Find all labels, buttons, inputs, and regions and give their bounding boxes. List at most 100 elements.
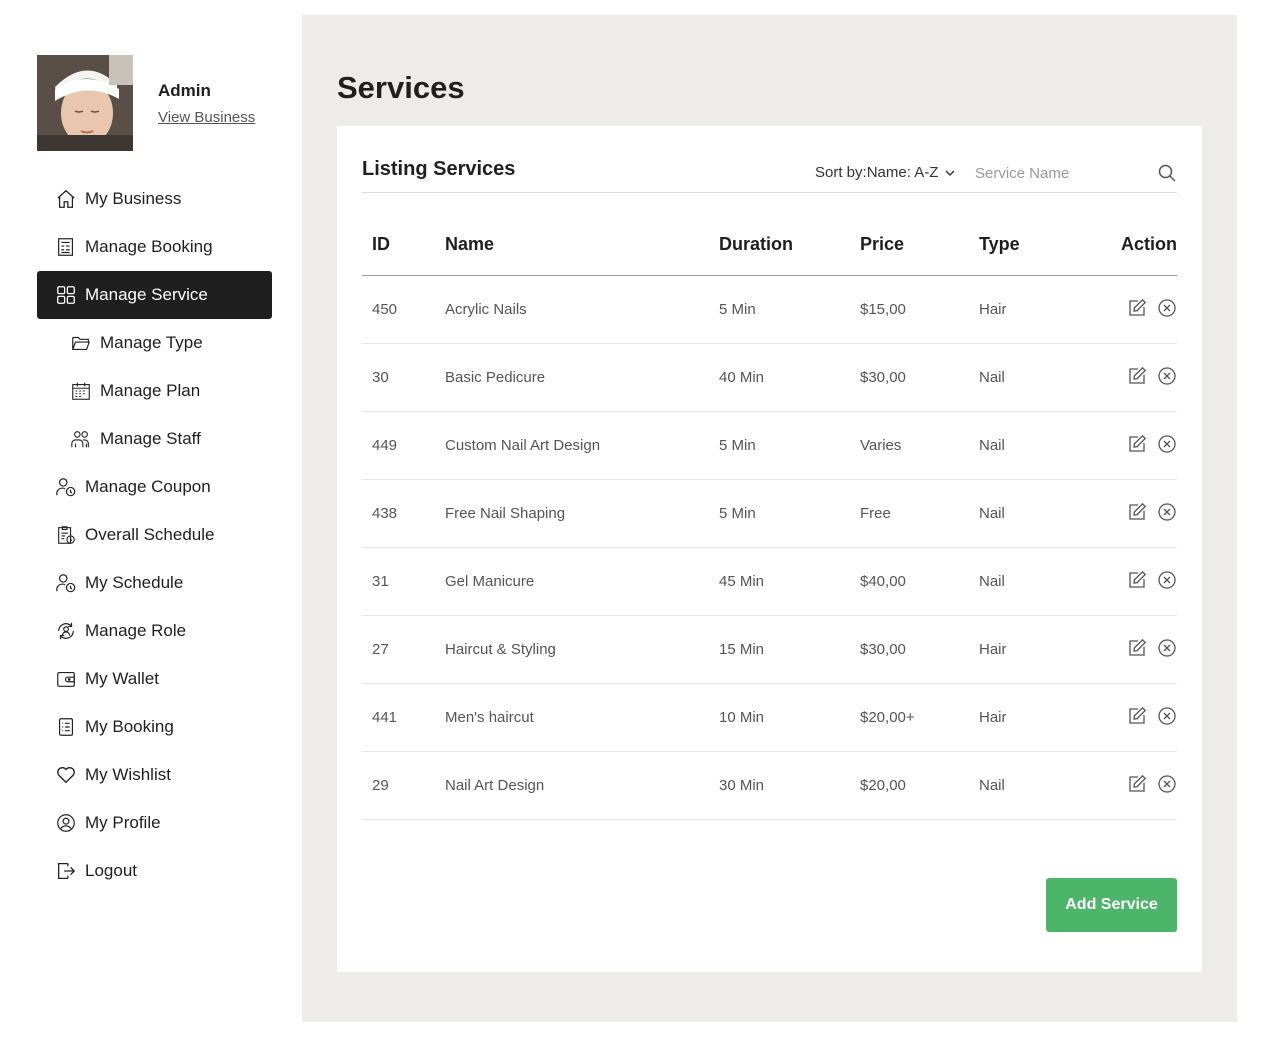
column-header-duration: Duration xyxy=(719,214,860,276)
delete-icon[interactable] xyxy=(1157,434,1177,454)
cell-price: $40,00 xyxy=(860,547,979,616)
sidebar-item-label: Manage Plan xyxy=(100,381,201,400)
user-circle-icon xyxy=(55,812,77,834)
edit-icon[interactable] xyxy=(1127,638,1147,658)
sidebar-item-label: Manage Booking xyxy=(85,237,213,256)
sidebar-item-manage-booking[interactable]: Manage Booking xyxy=(37,223,272,271)
column-header-type: Type xyxy=(979,214,1079,276)
edit-icon[interactable] xyxy=(1127,366,1147,386)
column-header-id: ID xyxy=(362,214,445,276)
table-row: 438 Free Nail Shaping 5 Min Free Nail xyxy=(362,479,1177,548)
sidebar-item-my-business[interactable]: My Business xyxy=(37,175,272,223)
cell-type: Nail xyxy=(979,343,1079,412)
main-content: Services Listing Services Sort by: Name:… xyxy=(302,15,1237,1022)
add-service-button[interactable]: Add Service xyxy=(1046,878,1177,932)
search-box xyxy=(975,160,1177,186)
sidebar-item-label: Overall Schedule xyxy=(85,525,215,544)
cell-action xyxy=(1079,615,1177,684)
sidebar-item-my-wishlist[interactable]: My Wishlist xyxy=(37,751,272,799)
delete-icon[interactable] xyxy=(1157,706,1177,726)
sidebar-item-label: My Wishlist xyxy=(85,765,171,784)
column-header-action: Action xyxy=(1079,214,1177,276)
services-table: ID Name Duration Price Type Action 450 A… xyxy=(362,214,1177,820)
delete-icon[interactable] xyxy=(1157,502,1177,522)
cell-duration: 45 Min xyxy=(719,547,860,616)
sort-value: Name: A-Z xyxy=(866,164,939,181)
staff-icon xyxy=(70,428,92,450)
table-header-row: ID Name Duration Price Type Action xyxy=(362,214,1177,276)
sidebar-item-manage-service[interactable]: Manage Service xyxy=(37,271,272,319)
page-title: Services xyxy=(337,70,465,105)
view-business-link[interactable]: View Business xyxy=(158,109,255,126)
sidebar-item-label: My Booking xyxy=(85,717,174,736)
edit-icon[interactable] xyxy=(1127,298,1147,318)
sidebar-item-my-wallet[interactable]: My Wallet xyxy=(37,655,272,703)
column-header-name: Name xyxy=(445,214,719,276)
cell-type: Hair xyxy=(979,615,1079,684)
sidebar-item-logout[interactable]: Logout xyxy=(37,847,272,895)
sidebar-item-label: My Profile xyxy=(85,813,161,832)
table-row: 31 Gel Manicure 45 Min $40,00 Nail xyxy=(362,547,1177,616)
cell-action xyxy=(1079,547,1177,616)
cell-type: Hair xyxy=(979,683,1079,752)
sidebar-item-manage-type[interactable]: Manage Type xyxy=(37,319,272,367)
cell-price: Varies xyxy=(860,411,979,480)
edit-icon[interactable] xyxy=(1127,570,1147,590)
cell-name: Nail Art Design xyxy=(445,751,719,820)
schedule-icon xyxy=(55,524,77,546)
delete-icon[interactable] xyxy=(1157,570,1177,590)
sort-label: Sort by: xyxy=(815,164,867,181)
sidebar-item-label: Manage Staff xyxy=(100,429,201,448)
sort-dropdown[interactable]: Sort by: Name: A-Z xyxy=(815,164,956,181)
cell-price: Free xyxy=(860,479,979,548)
sidebar-item-manage-coupon[interactable]: Manage Coupon xyxy=(37,463,272,511)
user-clock-icon xyxy=(55,476,77,498)
cell-id: 450 xyxy=(362,275,445,344)
action-group xyxy=(1127,772,1177,794)
edit-icon[interactable] xyxy=(1127,502,1147,522)
edit-icon[interactable] xyxy=(1127,706,1147,726)
sidebar-item-manage-staff[interactable]: Manage Staff xyxy=(37,415,272,463)
cell-id: 29 xyxy=(362,751,445,820)
sidebar-item-my-profile[interactable]: My Profile xyxy=(37,799,272,847)
listing-title: Listing Services xyxy=(362,158,516,180)
calendar-icon xyxy=(70,380,92,402)
avatar xyxy=(37,55,133,151)
search-input[interactable] xyxy=(975,160,1145,186)
cell-price: $20,00+ xyxy=(860,683,979,752)
role-icon xyxy=(55,620,77,642)
cell-id: 31 xyxy=(362,547,445,616)
cell-duration: 5 Min xyxy=(719,275,860,344)
cell-name: Men's haircut xyxy=(445,683,719,752)
action-group xyxy=(1127,636,1177,658)
search-icon[interactable] xyxy=(1157,163,1177,183)
sidebar-item-label: Manage Role xyxy=(85,621,187,640)
cell-id: 449 xyxy=(362,411,445,480)
delete-icon[interactable] xyxy=(1157,638,1177,658)
cell-id: 441 xyxy=(362,683,445,752)
sidebar-item-overall-schedule[interactable]: Overall Schedule xyxy=(37,511,272,559)
cell-name: Haircut & Styling xyxy=(445,615,719,684)
profile-block: Admin View Business xyxy=(37,55,255,151)
edit-icon[interactable] xyxy=(1127,774,1147,794)
sidebar-item-manage-plan[interactable]: Manage Plan xyxy=(37,367,272,415)
delete-icon[interactable] xyxy=(1157,774,1177,794)
delete-icon[interactable] xyxy=(1157,298,1177,318)
cell-action xyxy=(1079,479,1177,548)
sidebar-item-label: My Wallet xyxy=(85,669,159,688)
table-row: 449 Custom Nail Art Design 5 Min Varies … xyxy=(362,411,1177,480)
sidebar-item-my-schedule[interactable]: My Schedule xyxy=(37,559,272,607)
delete-icon[interactable] xyxy=(1157,366,1177,386)
cell-name: Gel Manicure xyxy=(445,547,719,616)
cell-type: Nail xyxy=(979,411,1079,480)
card-header: Listing Services Sort by: Name: A-Z xyxy=(362,156,1177,193)
home-icon xyxy=(55,188,77,210)
user-clock-icon xyxy=(55,572,77,594)
cell-action xyxy=(1079,343,1177,412)
cell-name: Free Nail Shaping xyxy=(445,479,719,548)
sidebar: Admin View Business My Business Manage B… xyxy=(0,0,302,1042)
cell-duration: 30 Min xyxy=(719,751,860,820)
sidebar-item-manage-role[interactable]: Manage Role xyxy=(37,607,272,655)
sidebar-item-my-booking[interactable]: My Booking xyxy=(37,703,272,751)
edit-icon[interactable] xyxy=(1127,434,1147,454)
